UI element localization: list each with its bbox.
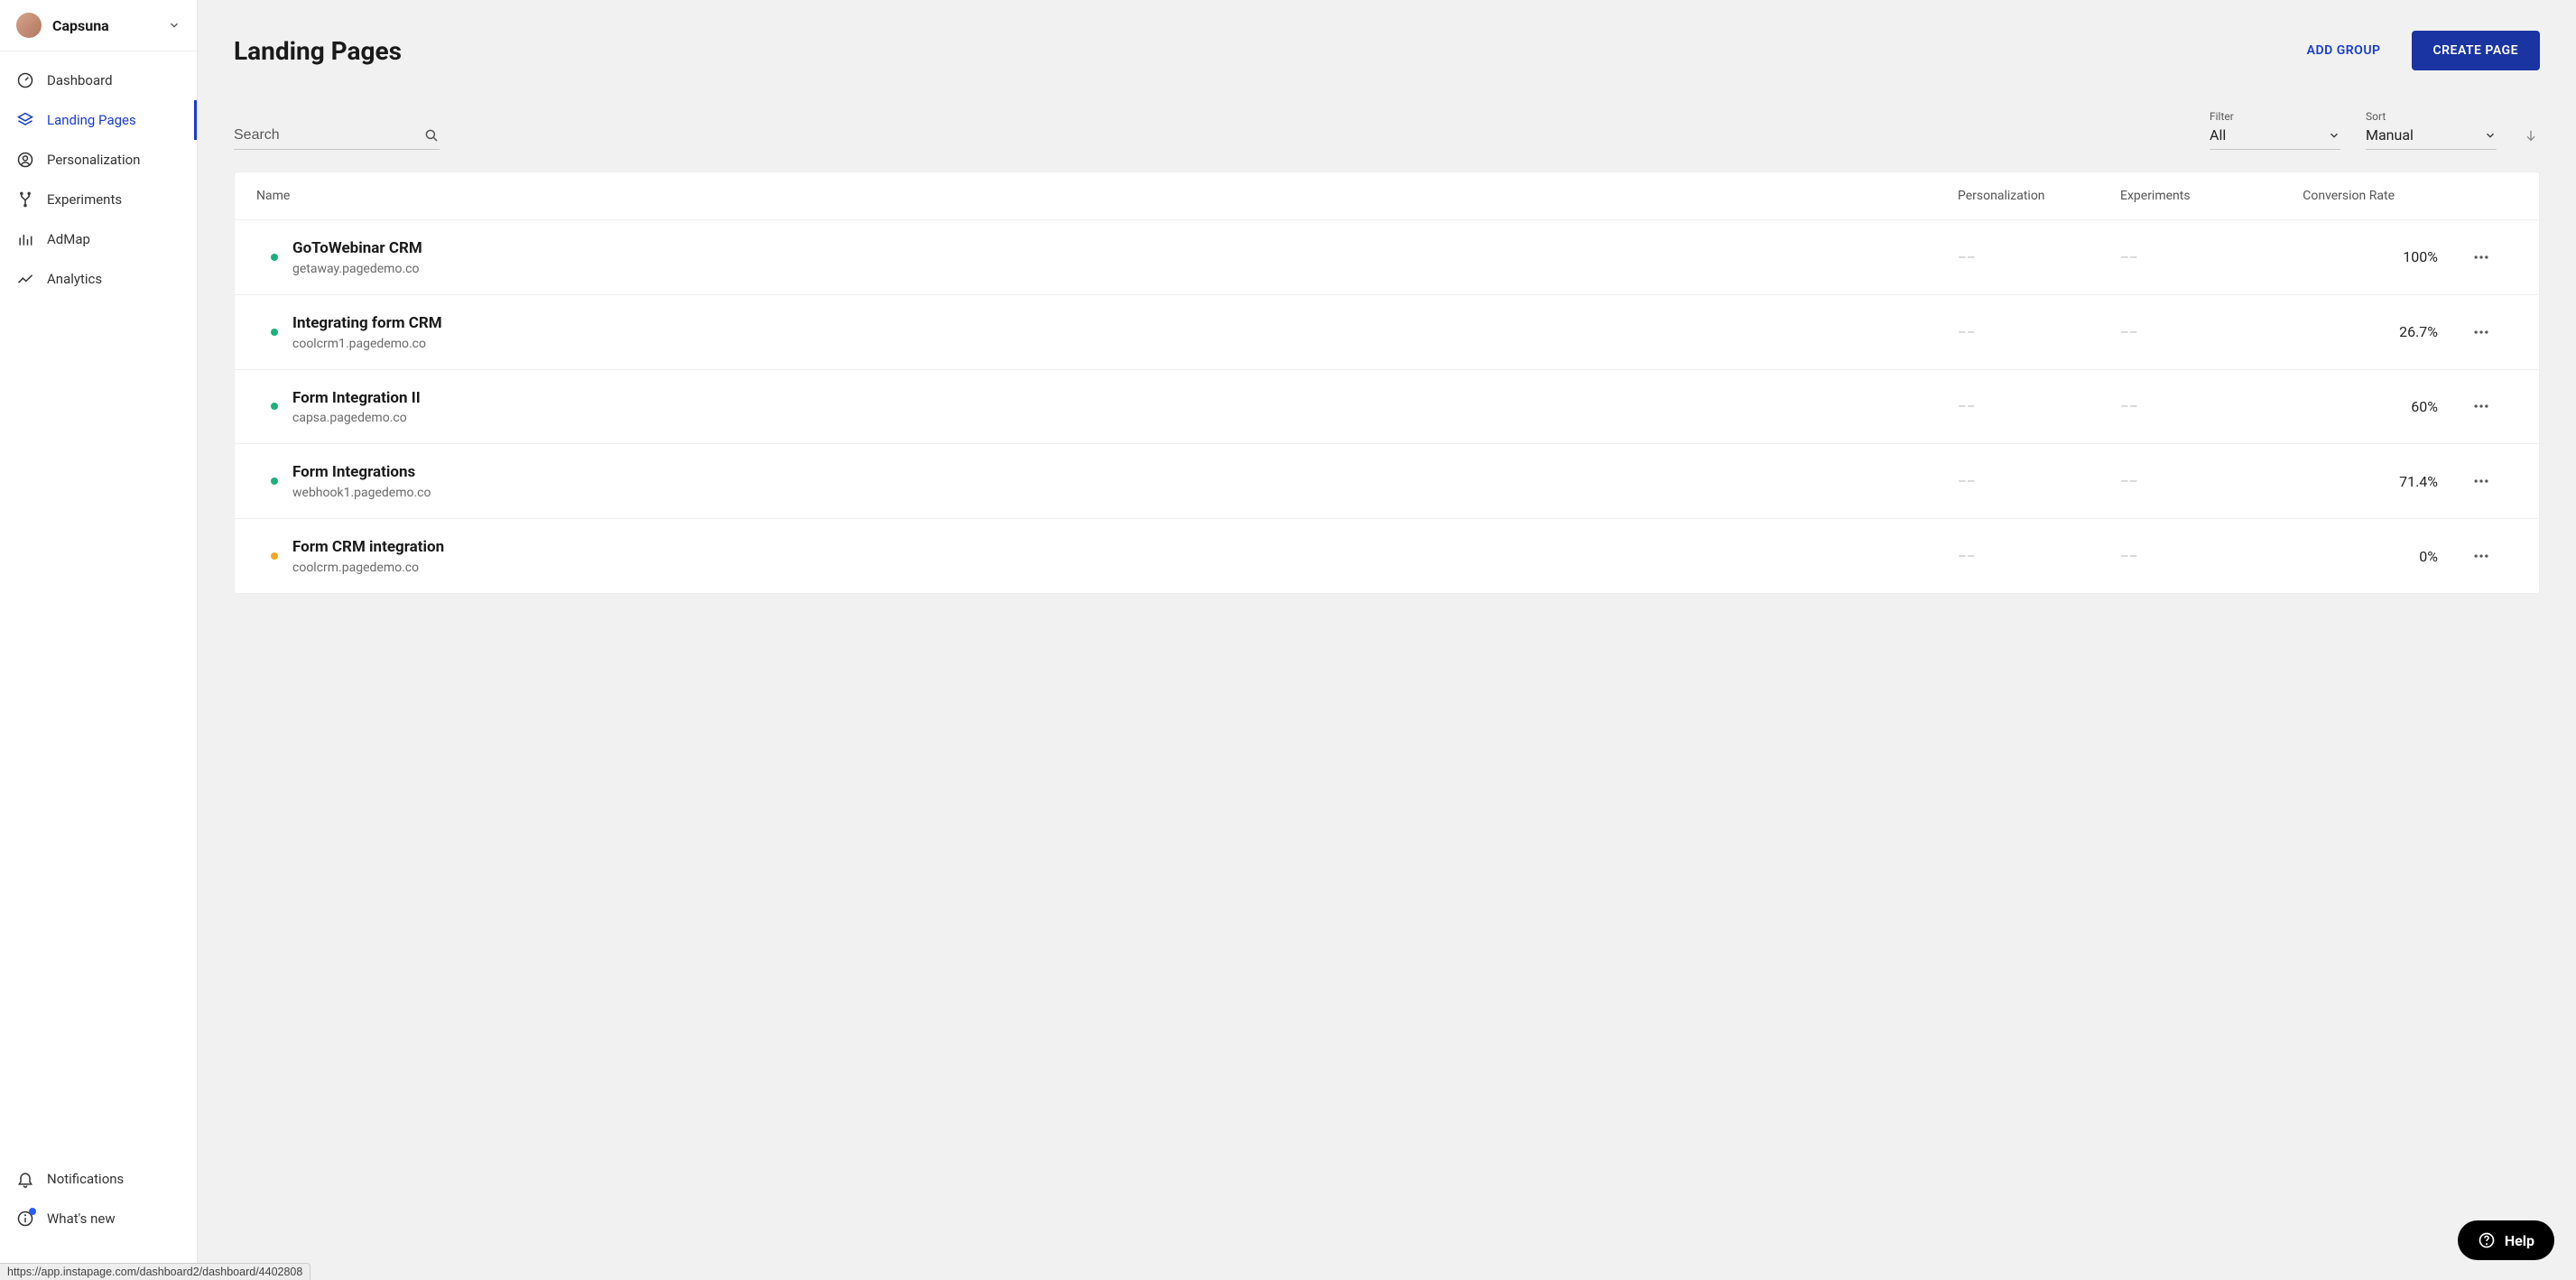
sidebar-item-experiments[interactable]: Experiments bbox=[0, 180, 197, 219]
status-dot-icon bbox=[271, 254, 278, 261]
avatar bbox=[16, 13, 42, 38]
page-name: Form CRM integration bbox=[292, 537, 1958, 559]
cell-experiments: –– bbox=[2120, 324, 2283, 340]
cell-experiments: –– bbox=[2120, 548, 2283, 564]
sidebar-bottom: Notifications What's new bbox=[0, 1159, 197, 1280]
cell-rate: 71.4% bbox=[2283, 473, 2445, 490]
page-url: capsa.pagedemo.co bbox=[292, 411, 1958, 425]
row-actions-button[interactable] bbox=[2472, 472, 2490, 490]
search-input[interactable] bbox=[234, 127, 423, 144]
sidebar-item-dashboard[interactable]: Dashboard bbox=[0, 60, 197, 100]
status-dot-icon bbox=[271, 478, 278, 485]
status-bar-link: https://app.instapage.com/dashboard2/das… bbox=[0, 1263, 310, 1280]
help-circle-icon bbox=[2478, 1231, 2496, 1249]
cell-rate: 100% bbox=[2283, 248, 2445, 265]
sidebar-item-label: Notifications bbox=[47, 1171, 124, 1187]
help-label: Help bbox=[2505, 1232, 2534, 1249]
trend-icon bbox=[16, 270, 34, 288]
chevron-down-icon bbox=[2484, 129, 2497, 142]
table-row[interactable]: Form Integration II capsa.pagedemo.co ––… bbox=[235, 370, 2539, 445]
status-dot-icon bbox=[271, 329, 278, 336]
sidebar-item-admap[interactable]: AdMap bbox=[0, 219, 197, 259]
cell-personalization: –– bbox=[1958, 548, 2120, 564]
layers-icon bbox=[16, 111, 34, 129]
chevron-down-icon bbox=[2328, 129, 2340, 142]
table-row[interactable]: GoToWebinar CRM getaway.pagedemo.co –– –… bbox=[235, 220, 2539, 295]
page-url: webhook1.pagedemo.co bbox=[292, 486, 1958, 500]
main-content: Landing Pages ADD GROUP CREATE PAGE Filt… bbox=[198, 0, 2576, 1280]
filter-value: All bbox=[2210, 126, 2226, 144]
page-name: Form Integration II bbox=[292, 388, 1958, 410]
sidebar-item-label: Landing Pages bbox=[47, 112, 136, 128]
page-url: coolcrm.pagedemo.co bbox=[292, 561, 1958, 575]
sort-direction-button[interactable] bbox=[2522, 126, 2540, 144]
table-row[interactable]: Form CRM integration coolcrm.pagedemo.co… bbox=[235, 519, 2539, 593]
search-field[interactable] bbox=[234, 127, 440, 150]
cell-experiments: –– bbox=[2120, 398, 2283, 414]
sidebar-item-label: Experiments bbox=[47, 191, 122, 208]
bell-icon bbox=[16, 1170, 34, 1188]
cell-experiments: –– bbox=[2120, 473, 2283, 489]
sidebar-item-personalization[interactable]: Personalization bbox=[0, 140, 197, 180]
table-row[interactable]: Integrating form CRM coolcrm1.pagedemo.c… bbox=[235, 295, 2539, 370]
cell-personalization: –– bbox=[1958, 249, 2120, 265]
col-personalization: Personalization bbox=[1958, 189, 2120, 203]
sidebar-item-landing-pages[interactable]: Landing Pages bbox=[0, 100, 197, 140]
row-actions-button[interactable] bbox=[2472, 547, 2490, 565]
sidebar: Capsuna Dashboard Landing Pages bbox=[0, 0, 198, 1280]
bars-icon bbox=[16, 230, 34, 248]
filter-select[interactable]: All bbox=[2210, 126, 2340, 150]
sidebar-item-label: What's new bbox=[47, 1210, 116, 1227]
col-name: Name bbox=[256, 189, 1958, 203]
row-actions-button[interactable] bbox=[2472, 323, 2490, 341]
filter-label: Filter bbox=[2210, 110, 2340, 123]
chevron-down-icon bbox=[168, 19, 181, 32]
sort-label: Sort bbox=[2366, 110, 2497, 123]
sidebar-item-label: Personalization bbox=[47, 152, 140, 168]
gauge-icon bbox=[16, 71, 34, 89]
page-name: Integrating form CRM bbox=[292, 313, 1958, 335]
create-page-button[interactable]: CREATE PAGE bbox=[2412, 31, 2541, 70]
sort-select[interactable]: Manual bbox=[2366, 126, 2497, 150]
cell-personalization: –– bbox=[1958, 324, 2120, 340]
page-name: GoToWebinar CRM bbox=[292, 238, 1958, 260]
cell-rate: 60% bbox=[2283, 398, 2445, 415]
table-row[interactable]: Form Integrations webhook1.pagedemo.co –… bbox=[235, 444, 2539, 519]
sidebar-item-whats-new[interactable]: What's new bbox=[0, 1199, 197, 1238]
main-nav: Dashboard Landing Pages Personalization … bbox=[0, 51, 197, 299]
cell-rate: 0% bbox=[2283, 548, 2445, 565]
status-dot-icon bbox=[271, 403, 278, 410]
add-group-button[interactable]: ADD GROUP bbox=[2298, 32, 2390, 69]
user-circle-icon bbox=[16, 151, 34, 169]
row-actions-button[interactable] bbox=[2472, 248, 2490, 266]
sidebar-item-label: AdMap bbox=[47, 231, 90, 247]
cell-personalization: –– bbox=[1958, 398, 2120, 414]
search-icon bbox=[423, 127, 440, 144]
page-url: coolcrm1.pagedemo.co bbox=[292, 337, 1958, 351]
sidebar-item-label: Analytics bbox=[47, 271, 102, 287]
page-url: getaway.pagedemo.co bbox=[292, 262, 1958, 276]
info-circle-icon bbox=[16, 1210, 34, 1228]
col-rate: Conversion Rate bbox=[2283, 189, 2445, 203]
row-actions-button[interactable] bbox=[2472, 397, 2490, 415]
sort-value: Manual bbox=[2366, 126, 2414, 144]
sidebar-item-label: Dashboard bbox=[47, 72, 113, 88]
status-dot-icon bbox=[271, 552, 278, 560]
workspace-name: Capsuna bbox=[52, 17, 157, 34]
cell-personalization: –– bbox=[1958, 473, 2120, 489]
col-experiments: Experiments bbox=[2120, 189, 2283, 203]
sidebar-item-notifications[interactable]: Notifications bbox=[0, 1159, 197, 1199]
cell-experiments: –– bbox=[2120, 249, 2283, 265]
help-button[interactable]: Help bbox=[2458, 1220, 2554, 1260]
workspace-switcher[interactable]: Capsuna bbox=[0, 0, 197, 51]
table-header: Name Personalization Experiments Convers… bbox=[235, 172, 2539, 220]
sidebar-item-analytics[interactable]: Analytics bbox=[0, 259, 197, 299]
page-name: Form Integrations bbox=[292, 462, 1958, 484]
pages-table: Name Personalization Experiments Convers… bbox=[234, 172, 2540, 594]
page-title: Landing Pages bbox=[234, 36, 402, 66]
split-icon bbox=[16, 190, 34, 209]
cell-rate: 26.7% bbox=[2283, 323, 2445, 340]
